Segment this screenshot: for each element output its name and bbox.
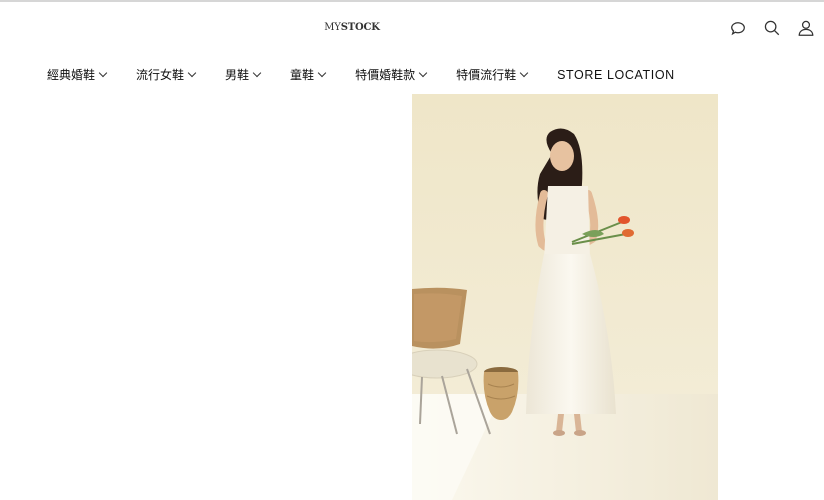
chevron-down-icon <box>317 68 327 78</box>
search-icon[interactable] <box>762 18 782 38</box>
logo-prefix: MY <box>324 22 341 33</box>
chevron-down-icon <box>98 68 108 78</box>
nav-item-classic-wedding-shoes[interactable]: 經典婚鞋 <box>47 66 108 83</box>
chat-icon[interactable] <box>728 18 748 38</box>
nav-item-label: 男鞋 <box>225 68 250 82</box>
nav-item-womens-shoes[interactable]: 流行女鞋 <box>136 66 197 83</box>
nav-item-label: 特價流行鞋 <box>456 68 517 82</box>
chevron-down-icon <box>187 68 197 78</box>
logo-strong: STOCK <box>340 22 380 33</box>
nav-item-mens-shoes[interactable]: 男鞋 <box>225 66 262 83</box>
nav-item-label: 特價婚鞋款 <box>355 68 416 82</box>
main-nav: 經典婚鞋 流行女鞋 男鞋 童鞋 特價婚鞋款 特價流行鞋 STORE LOCATI… <box>47 66 705 83</box>
user-icon[interactable] <box>796 18 816 38</box>
top-border <box>0 0 824 2</box>
nav-item-label: 童鞋 <box>290 68 315 82</box>
chevron-down-icon <box>252 68 262 78</box>
nav-item-kids-shoes[interactable]: 童鞋 <box>290 66 327 83</box>
nav-item-sale-wedding-shoes[interactable]: 特價婚鞋款 <box>355 66 428 83</box>
woman-in-white-dress-photo <box>412 94 718 500</box>
nav-item-sale-fashion-shoes[interactable]: 特價流行鞋 <box>456 66 529 83</box>
site-logo[interactable]: MYSTOCK <box>0 22 704 33</box>
nav-item-label: STORE LOCATION <box>557 67 675 82</box>
chevron-down-icon <box>418 68 428 78</box>
nav-item-store-location[interactable]: STORE LOCATION <box>557 68 675 82</box>
nav-item-label: 流行女鞋 <box>136 68 185 82</box>
hero-photo <box>412 94 718 500</box>
header-icons <box>728 18 816 38</box>
nav-item-label: 經典婚鞋 <box>47 68 96 82</box>
chevron-down-icon <box>519 68 529 78</box>
